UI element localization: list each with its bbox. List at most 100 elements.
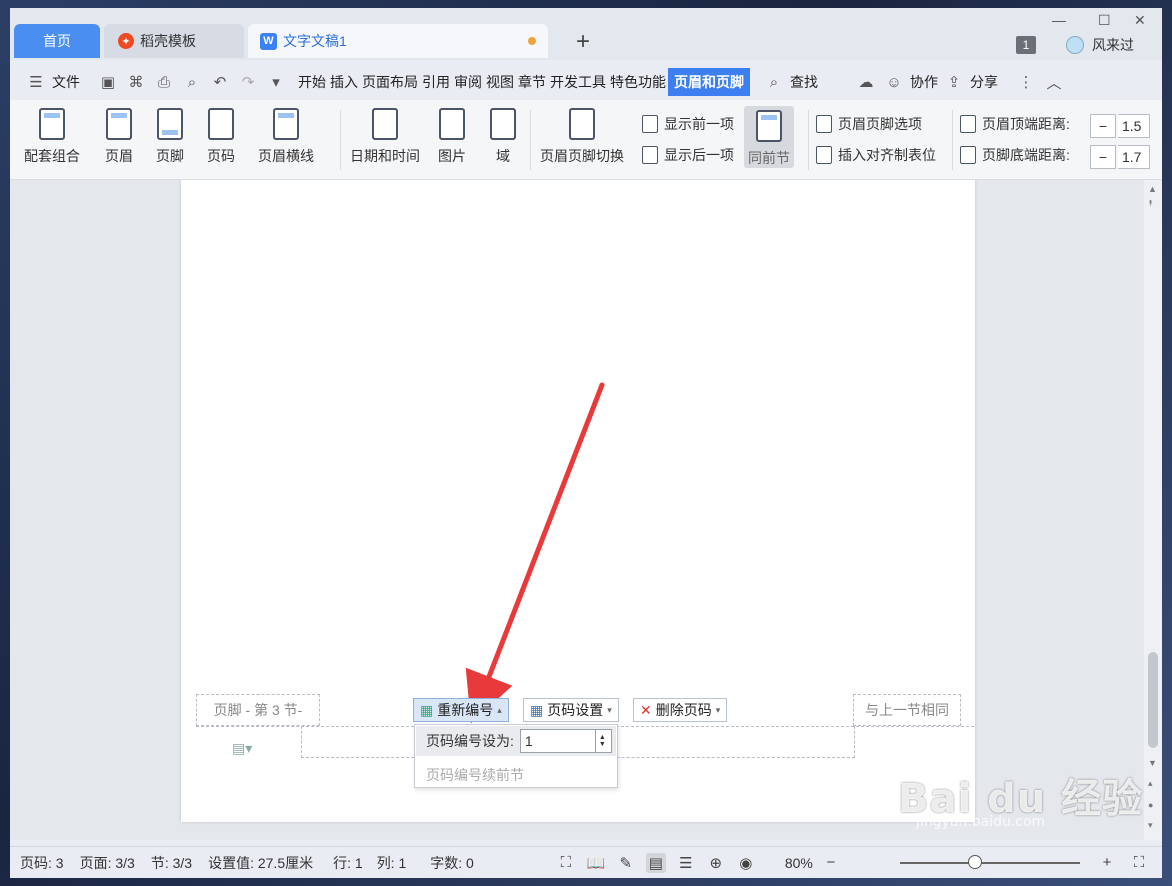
menu-search[interactable]: 查找 [788,72,820,92]
show-prev-button[interactable]: 显示前一项 [642,114,734,134]
customize-toolbar-icon[interactable]: ▾ [266,72,286,92]
redo-icon[interactable]: ↷ [238,72,258,92]
collapse-ribbon-icon[interactable]: ︿ [1044,72,1064,92]
vertical-scrollbar[interactable]: ▲ ⯭ ▼ ▴ ● ▾ [1144,180,1162,840]
menu-file[interactable]: 文件 [50,72,82,92]
format-painter-icon[interactable]: ⌘ [126,72,146,92]
prev-object-icon[interactable]: ▴ [1148,778,1153,789]
outline-view-icon[interactable]: ☰ [676,853,696,873]
tab-home[interactable]: 首页 [14,24,100,58]
web-view-icon[interactable]: ⊕ [706,853,726,873]
fit-window-icon[interactable]: ⛶ [1129,853,1149,873]
menu-reference[interactable]: 引用 [420,72,452,92]
status-row[interactable]: 行: 1 [333,853,363,873]
status-setting[interactable]: 设置值: 27.5厘米 [208,853,313,873]
menu-devtools[interactable]: 开发工具 [548,72,608,92]
more-icon[interactable]: ⋮ [1016,72,1036,92]
top-distance-minus-button[interactable]: − [1090,114,1116,138]
pagenum-button[interactable]: 页码 [207,108,235,166]
collab-icon[interactable]: ☺ [884,72,904,92]
field-button[interactable]: 域 [490,108,516,166]
status-section[interactable]: 节: 3/3 [151,853,192,873]
scroll-thumb[interactable] [1148,652,1158,748]
header-button[interactable]: 页眉 [105,108,133,166]
status-pagenum[interactable]: 页码: 3 [20,853,64,873]
cloud-icon[interactable]: ☁ [856,72,876,92]
close-button[interactable]: ✕ [1134,12,1146,29]
bottom-distance-stepper[interactable]: − 1.7 [1090,145,1150,169]
menu-header-footer[interactable]: 页眉和页脚 [668,68,750,96]
menu-collab[interactable]: 协作 [908,72,940,92]
menu-layout[interactable]: 页面布局 [360,72,420,92]
zoom-slider-track[interactable] [900,862,1080,864]
prev-page-icon[interactable]: ⯭ [1148,198,1153,209]
zoom-level[interactable]: 80% [785,855,813,871]
menu-chapter[interactable]: 章节 [516,72,548,92]
bottom-distance-minus-button[interactable]: − [1090,145,1116,169]
zoom-slider-knob[interactable] [968,855,982,869]
scroll-up-icon[interactable]: ▲ [1148,184,1157,194]
tab-daoke[interactable]: ✦ 稻壳模板 [104,24,244,58]
menu-start[interactable]: 开始 [296,72,328,92]
datetime-button[interactable]: 日期和时间 [350,108,420,166]
undo-icon[interactable]: ↶ [210,72,230,92]
fullscreen-icon[interactable]: ⛶ [556,853,576,873]
show-prev-icon [642,115,658,133]
status-col[interactable]: 列: 1 [377,853,407,873]
delete-pagenum-button[interactable]: ✕ 删除页码 ▾ [633,698,728,722]
menu-features[interactable]: 特色功能 [608,72,668,92]
pen-icon[interactable]: ✎ [616,853,636,873]
combo-button[interactable]: 配套组合 [24,108,80,166]
eye-protect-icon[interactable]: ◉ [736,853,756,873]
bottom-distance-input[interactable]: 1.7 [1118,145,1150,169]
align-tab-button[interactable]: 插入对齐制表位 [816,145,936,165]
search-icon[interactable]: ⌕ [764,72,784,92]
reading-mode-icon[interactable]: 📖 [586,853,606,873]
show-next-button[interactable]: 显示后一项 [642,145,734,165]
top-distance-stepper[interactable]: − 1.5 [1090,114,1150,138]
status-pages[interactable]: 页面: 3/3 [80,853,135,873]
menu-share[interactable]: 分享 [968,72,1000,92]
maximize-button[interactable]: ☐ [1098,12,1111,29]
page-number-value[interactable]: 1 [525,733,533,749]
select-browse-icon[interactable]: ● [1148,800,1153,810]
zoom-out-icon[interactable]: − [821,853,841,873]
user-account[interactable]: 风来过 [1066,35,1134,55]
hf-options-button[interactable]: 页眉页脚选项 [816,114,922,134]
page-number-spinbox[interactable]: 1 ▲ ▼ [519,729,612,753]
page-settings-button[interactable]: ▦ 页码设置 ▾ [523,698,619,722]
footer-button[interactable]: 页脚 [156,108,184,166]
new-tab-button[interactable]: + [576,28,590,56]
header-line-button[interactable]: 页眉横线 [258,108,314,166]
spin-buttons[interactable]: ▲ ▼ [594,730,609,752]
same-as-previous-tag: 与上一节相同 [853,694,961,726]
share-icon[interactable]: ⇪ [944,72,964,92]
menu-insert[interactable]: 插入 [328,72,360,92]
calendar-icon [372,108,398,140]
same-as-previous-label: 同前节 [748,150,790,166]
same-as-previous-button[interactable]: 同前节 [744,106,794,168]
spin-down-icon[interactable]: ▼ [599,741,606,748]
next-object-icon[interactable]: ▾ [1148,820,1153,831]
scroll-down-icon[interactable]: ▼ [1148,758,1157,768]
top-distance-input[interactable]: 1.5 [1118,114,1150,138]
print-icon[interactable]: ⎙ [154,72,174,92]
print-preview-icon[interactable]: ⌕ [182,72,202,92]
picture-button[interactable]: 图片 [438,108,466,166]
tab-document[interactable]: W 文字文稿1 [248,24,548,58]
hamburger-icon[interactable]: ☰ [26,72,46,92]
paste-options-icon[interactable]: ▤▾ [232,740,252,757]
menu-view[interactable]: 视图 [484,72,516,92]
window-count-badge[interactable]: 1 [1016,36,1036,54]
menu-review[interactable]: 审阅 [452,72,484,92]
switch-button[interactable]: 页眉页脚切换 [540,108,624,166]
minimize-button[interactable]: — [1052,12,1066,28]
spin-up-icon[interactable]: ▲ [599,734,606,741]
zoom-in-icon[interactable]: + [1097,853,1117,873]
page-view-icon[interactable]: ▤ [645,852,666,873]
continue-numbering-option[interactable]: 页码编号续前节 [426,765,524,785]
align-tab-label: 插入对齐制表位 [838,147,936,163]
status-words[interactable]: 字数: 0 [430,853,474,873]
renumber-button[interactable]: ▦ 重新编号 ▴ [413,698,509,722]
save-icon[interactable]: ▣ [98,72,118,92]
